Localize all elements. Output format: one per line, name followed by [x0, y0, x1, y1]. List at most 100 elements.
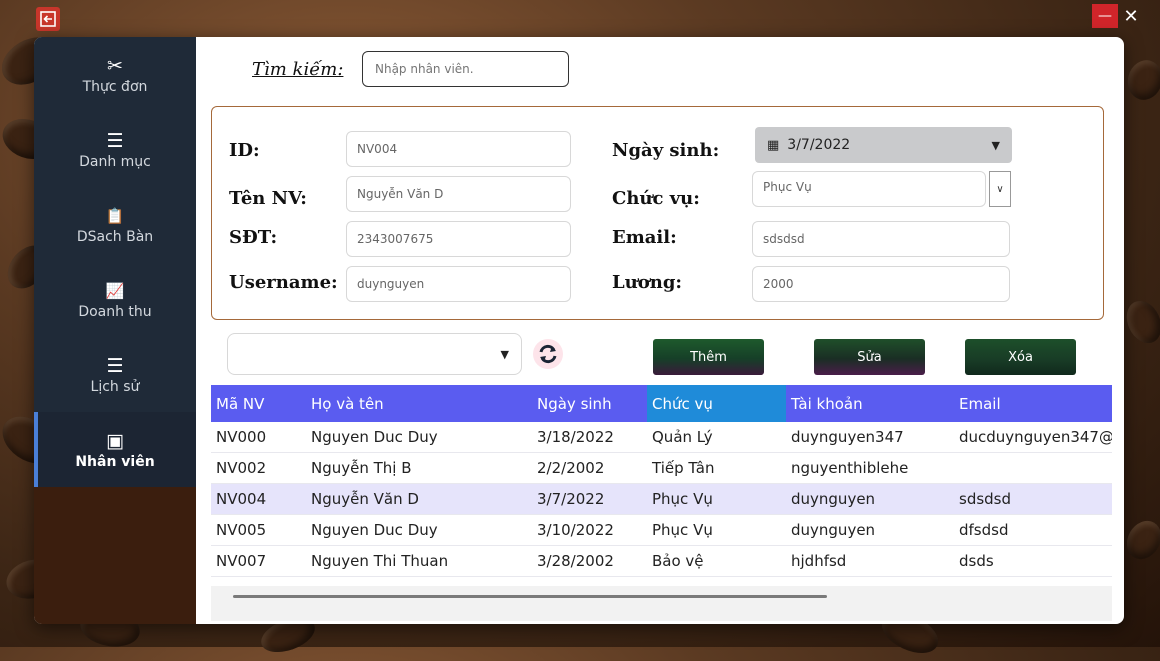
chart-icon: 📈	[105, 281, 125, 300]
chevron-down-icon: ▼	[500, 347, 509, 361]
cell: NV005	[216, 521, 267, 539]
cell: Nguyen Duc Duy	[311, 428, 438, 446]
app-logo-icon	[36, 7, 60, 31]
search-input[interactable]	[362, 51, 569, 87]
name-label: Tên NV:	[229, 188, 307, 209]
employee-table: Mã NV Họ và tên Ngày sinh Chức vụ Tài kh…	[211, 385, 1112, 621]
sidebar-item-tables[interactable]: 📋 DSach Bàn	[34, 187, 196, 262]
column-header[interactable]: Tài khoản	[786, 385, 954, 422]
sidebar-item-label: Thực đơn	[82, 78, 148, 95]
cell: nguyenthiblehe	[791, 459, 909, 477]
horizontal-scrollbar[interactable]	[211, 586, 1112, 621]
edit-button[interactable]: Sửa	[814, 339, 925, 375]
cell: Tiếp Tân	[652, 459, 715, 477]
sidebar-item-history[interactable]: ☰ Lịch sử	[34, 337, 196, 412]
id-field[interactable]: NV004	[346, 131, 571, 167]
main-content: Tìm kiếm: ID: NV004 Tên NV: Nguyễn Văn D…	[196, 37, 1124, 624]
refresh-button[interactable]	[533, 339, 563, 369]
sidebar-footer	[34, 487, 196, 624]
list-icon: ☰	[106, 354, 124, 377]
role-dropdown-button[interactable]: ∨	[989, 171, 1011, 207]
role-combobox[interactable]: Phục Vụ	[752, 171, 986, 207]
username-label: Username:	[229, 272, 338, 293]
sidebar-item-category[interactable]: ☰ Danh mục	[34, 112, 196, 187]
dob-label: Ngày sinh:	[612, 140, 720, 161]
table-header: Mã NV Họ và tên Ngày sinh Chức vụ Tài kh…	[211, 385, 1112, 422]
role-label: Chức vụ:	[612, 188, 700, 209]
cell: Phục Vụ	[652, 490, 713, 508]
phone-field[interactable]: 2343007675	[346, 221, 571, 257]
cell	[954, 453, 1112, 483]
cell: 3/28/2002	[537, 552, 614, 570]
cell: NV002	[216, 459, 267, 477]
table-row[interactable]: NV005 Nguyen Duc Duy 3/10/2022 Phục Vụ d…	[211, 515, 1112, 546]
email-label: Email:	[612, 227, 677, 248]
cell: Nguyen Duc Duy	[311, 521, 438, 539]
app-window: ✂ Thực đơn ☰ Danh mục 📋 DSach Bàn 📈 Doan…	[34, 37, 1124, 624]
cell: Nguyen Thi Thuan	[311, 552, 449, 570]
cell: 3/7/2022	[537, 490, 605, 508]
minimize-button[interactable]: —	[1092, 4, 1118, 28]
cell: Phục Vụ	[652, 521, 713, 539]
email-field[interactable]: sdsdsd	[752, 221, 1010, 257]
close-button[interactable]: ✕	[1118, 4, 1144, 28]
delete-button[interactable]: Xóa	[965, 339, 1076, 375]
sidebar-item-label: DSach Bàn	[76, 228, 154, 245]
cell: duynguyen	[791, 521, 876, 539]
cell: NV007	[216, 552, 267, 570]
sidebar-item-staff[interactable]: ▣ Nhân viên	[34, 412, 196, 487]
utensils-icon: ✂	[107, 54, 123, 77]
cell: sdsdsd	[959, 490, 1012, 508]
salary-label: Lương:	[612, 272, 683, 293]
salary-field[interactable]: 2000	[752, 266, 1010, 302]
badge-icon: ▣	[106, 429, 124, 452]
name-field[interactable]: Nguyễn Văn D	[346, 176, 571, 212]
dob-value: 3/7/2022	[787, 137, 851, 153]
scrollbar-thumb[interactable]	[233, 595, 827, 598]
chevron-down-icon: ▼	[991, 138, 1000, 152]
employee-form: ID: NV004 Tên NV: Nguyễn Văn D SĐT: 2343…	[211, 106, 1104, 320]
sidebar-item-revenue[interactable]: 📈 Doanh thu	[34, 262, 196, 337]
phone-label: SĐT:	[229, 227, 278, 248]
cell: duynguyen347	[791, 428, 904, 446]
chevron-down-icon: ∨	[996, 183, 1004, 195]
list-icon: ☰	[106, 129, 124, 152]
sidebar-item-label: Nhân viên	[75, 453, 155, 470]
cell: Quản Lý	[652, 428, 713, 446]
username-field[interactable]: duynguyen	[346, 266, 571, 302]
id-label: ID:	[229, 140, 260, 161]
column-header[interactable]: Họ và tên	[306, 385, 532, 422]
cell: dfsdsd	[959, 521, 1009, 539]
column-header[interactable]: Mã NV	[211, 385, 306, 422]
minimize-icon: —	[1098, 8, 1112, 24]
sidebar-item-label: Doanh thu	[78, 303, 152, 320]
filter-dropdown[interactable]: ▼	[227, 333, 522, 375]
cell: duynguyen	[791, 490, 876, 508]
sidebar-item-menu[interactable]: ✂ Thực đơn	[34, 37, 196, 112]
cell: ducduynguyen347@	[959, 428, 1112, 446]
column-header[interactable]: Chức vụ	[647, 385, 786, 422]
cell: Nguyễn Thị B	[311, 459, 412, 477]
clipboard-icon: 📋	[105, 206, 125, 225]
cell: NV000	[216, 428, 267, 446]
table-row[interactable]: NV000 Nguyen Duc Duy 3/18/2022 Quản Lý d…	[211, 422, 1112, 453]
add-button[interactable]: Thêm	[653, 339, 764, 375]
table-row-selected[interactable]: NV004 Nguyễn Văn D 3/7/2022 Phục Vụ duyn…	[211, 484, 1112, 515]
refresh-icon	[539, 344, 557, 364]
search-label: Tìm kiếm:	[252, 59, 344, 80]
dob-datepicker[interactable]: ▦ 3/7/2022 ▼	[755, 127, 1012, 163]
cell: Bảo vệ	[652, 552, 704, 570]
cell: 3/10/2022	[537, 521, 614, 539]
column-header[interactable]: Email	[954, 385, 1112, 422]
cell: dsds	[959, 552, 994, 570]
column-header[interactable]: Ngày sinh	[532, 385, 647, 422]
calendar-icon: ▦	[767, 137, 780, 153]
cell: 3/18/2022	[537, 428, 614, 446]
sidebar-item-label: Danh mục	[79, 153, 151, 170]
close-icon: ✕	[1123, 5, 1139, 27]
table-row[interactable]: NV002 Nguyễn Thị B 2/2/2002 Tiếp Tân ngu…	[211, 453, 1112, 484]
sidebar: ✂ Thực đơn ☰ Danh mục 📋 DSach Bàn 📈 Doan…	[34, 37, 196, 487]
sidebar-item-label: Lịch sử	[90, 378, 140, 395]
cell: hjdhfsd	[791, 552, 847, 570]
table-row[interactable]: NV007 Nguyen Thi Thuan 3/28/2002 Bảo vệ …	[211, 546, 1112, 577]
